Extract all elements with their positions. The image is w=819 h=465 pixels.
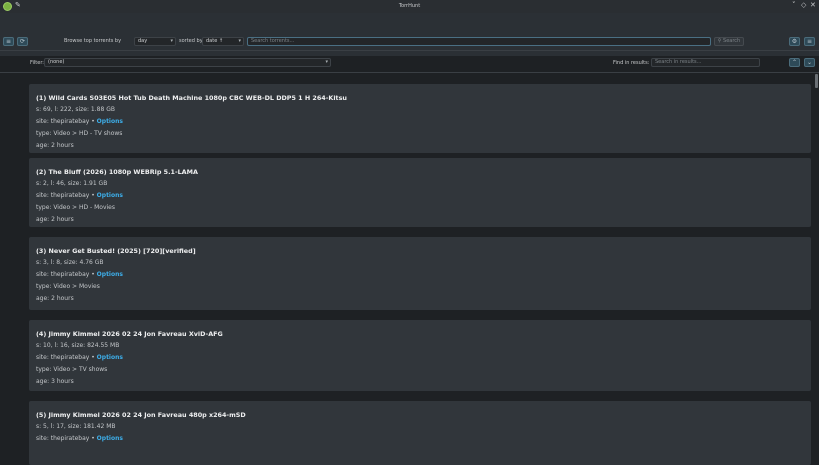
divider	[0, 72, 819, 73]
sort-select[interactable]: date ↑ ▾	[202, 37, 244, 46]
filter-label: Filter:	[30, 60, 44, 66]
search-button[interactable]: ⚲ Search	[714, 37, 744, 46]
filter-select[interactable]: (none) ▾	[44, 58, 331, 67]
find-placeholder: Search in results...	[655, 59, 702, 65]
search-button-label: Search	[723, 38, 741, 44]
find-next-button[interactable]: ⌄	[804, 58, 815, 67]
find-in-results-label: Find in results:	[613, 60, 650, 66]
result-card[interactable]: (4) Jimmy Kimmel 2026 02 24 Jon Favreau …	[29, 320, 811, 391]
result-site-text: site: thepiratebay •	[36, 118, 97, 125]
result-card[interactable]: (2) The Bluff (2026) 1080p WEBRip 5.1-LA…	[29, 158, 811, 227]
search-input[interactable]: Search torrents...	[247, 37, 711, 46]
refresh-button[interactable]: ⟳	[17, 37, 28, 46]
result-stats: s: 3, l: 8, size: 4.76 GB	[36, 259, 104, 266]
search-icon: ⚲	[717, 38, 722, 44]
result-site-text: site: thepiratebay •	[36, 271, 97, 278]
result-stats: s: 69, l: 222, size: 1.88 GB	[36, 106, 115, 113]
period-select[interactable]: day ▾	[134, 37, 176, 46]
period-value: day	[138, 38, 148, 44]
result-site: site: thepiratebay • Options	[36, 271, 123, 278]
result-site-text: site: thepiratebay •	[36, 192, 97, 199]
result-card[interactable]: (3) Never Get Busted! (2025) [720][verif…	[29, 237, 811, 310]
hamburger-icon: ≡	[806, 38, 813, 45]
refresh-icon: ⟳	[19, 38, 26, 45]
minimize-icon[interactable]: ˅	[792, 1, 796, 9]
chevron-up-icon: ⌃	[791, 59, 798, 66]
result-stats: s: 2, l: 46, size: 1.91 GB	[36, 180, 108, 187]
sorted-by-label: sorted by	[179, 38, 203, 44]
divider	[0, 50, 819, 51]
result-age: age: 3 hours	[36, 378, 74, 385]
title-bar: ✎ TorrHunt ˅ ◇ ✕	[0, 0, 819, 13]
result-type: type: Video > HD - TV shows	[36, 130, 123, 137]
window-title: TorrHunt	[398, 3, 421, 9]
settings-icon: ⚙	[791, 38, 798, 45]
chevron-down-icon: ▾	[238, 38, 241, 44]
chevron-down-icon: ⌄	[806, 59, 813, 66]
maximize-icon[interactable]: ◇	[801, 1, 806, 9]
find-in-results-input[interactable]: Search in results...	[651, 58, 760, 67]
result-site-text: site: thepiratebay •	[36, 435, 97, 442]
result-title: (3) Never Get Busted! (2025) [720][verif…	[36, 247, 196, 255]
menu-icon: ≡	[5, 38, 12, 45]
options-link[interactable]: Options	[97, 271, 123, 278]
search-placeholder: Search torrents...	[251, 38, 295, 44]
chevron-down-icon: ▾	[325, 59, 328, 65]
close-icon[interactable]: ✕	[810, 1, 816, 9]
options-link[interactable]: Options	[97, 354, 123, 361]
result-age: age: 2 hours	[36, 295, 74, 302]
result-stats: s: 5, l: 17, size: 181.42 MB	[36, 423, 116, 430]
main-menu-button[interactable]: ≡	[804, 37, 815, 46]
browse-label: Browse top torrents by	[64, 38, 122, 44]
results-list: (1) Wild Cards S03E05 Hot Tub Death Mach…	[29, 79, 814, 465]
result-type: type: Video > HD - Movies	[36, 204, 115, 211]
result-site: site: thepiratebay • Options	[36, 435, 123, 442]
result-card[interactable]: (5) Jimmy Kimmel 2026 02 24 Jon Favreau …	[29, 401, 811, 465]
chevron-down-icon: ▾	[170, 38, 173, 44]
result-title: (4) Jimmy Kimmel 2026 02 24 Jon Favreau …	[36, 330, 223, 338]
options-link[interactable]: Options	[97, 192, 123, 199]
result-type: type: Video > TV shows	[36, 366, 108, 373]
result-site-text: site: thepiratebay •	[36, 354, 97, 361]
result-title: (2) The Bluff (2026) 1080p WEBRip 5.1-LA…	[36, 168, 198, 176]
options-link[interactable]: Options	[97, 435, 123, 442]
result-site: site: thepiratebay • Options	[36, 354, 123, 361]
result-site: site: thepiratebay • Options	[36, 192, 123, 199]
result-stats: s: 10, l: 16, size: 824.55 MB	[36, 342, 120, 349]
results-scrollbar[interactable]	[815, 74, 818, 88]
result-age: age: 2 hours	[36, 142, 74, 149]
result-age: age: 2 hours	[36, 216, 74, 223]
sort-value: date ↑	[206, 38, 224, 44]
result-type: type: Video > Movies	[36, 283, 100, 290]
filter-value: (none)	[48, 59, 65, 65]
options-link[interactable]: Options	[97, 118, 123, 125]
menu-button[interactable]: ≡	[3, 37, 14, 46]
settings-button[interactable]: ⚙	[789, 37, 800, 46]
result-site: site: thepiratebay • Options	[36, 118, 123, 125]
find-previous-button[interactable]: ⌃	[789, 58, 800, 67]
result-card[interactable]: (1) Wild Cards S03E05 Hot Tub Death Mach…	[29, 84, 811, 153]
result-title: (1) Wild Cards S03E05 Hot Tub Death Mach…	[36, 94, 347, 102]
result-title: (5) Jimmy Kimmel 2026 02 24 Jon Favreau …	[36, 411, 246, 419]
